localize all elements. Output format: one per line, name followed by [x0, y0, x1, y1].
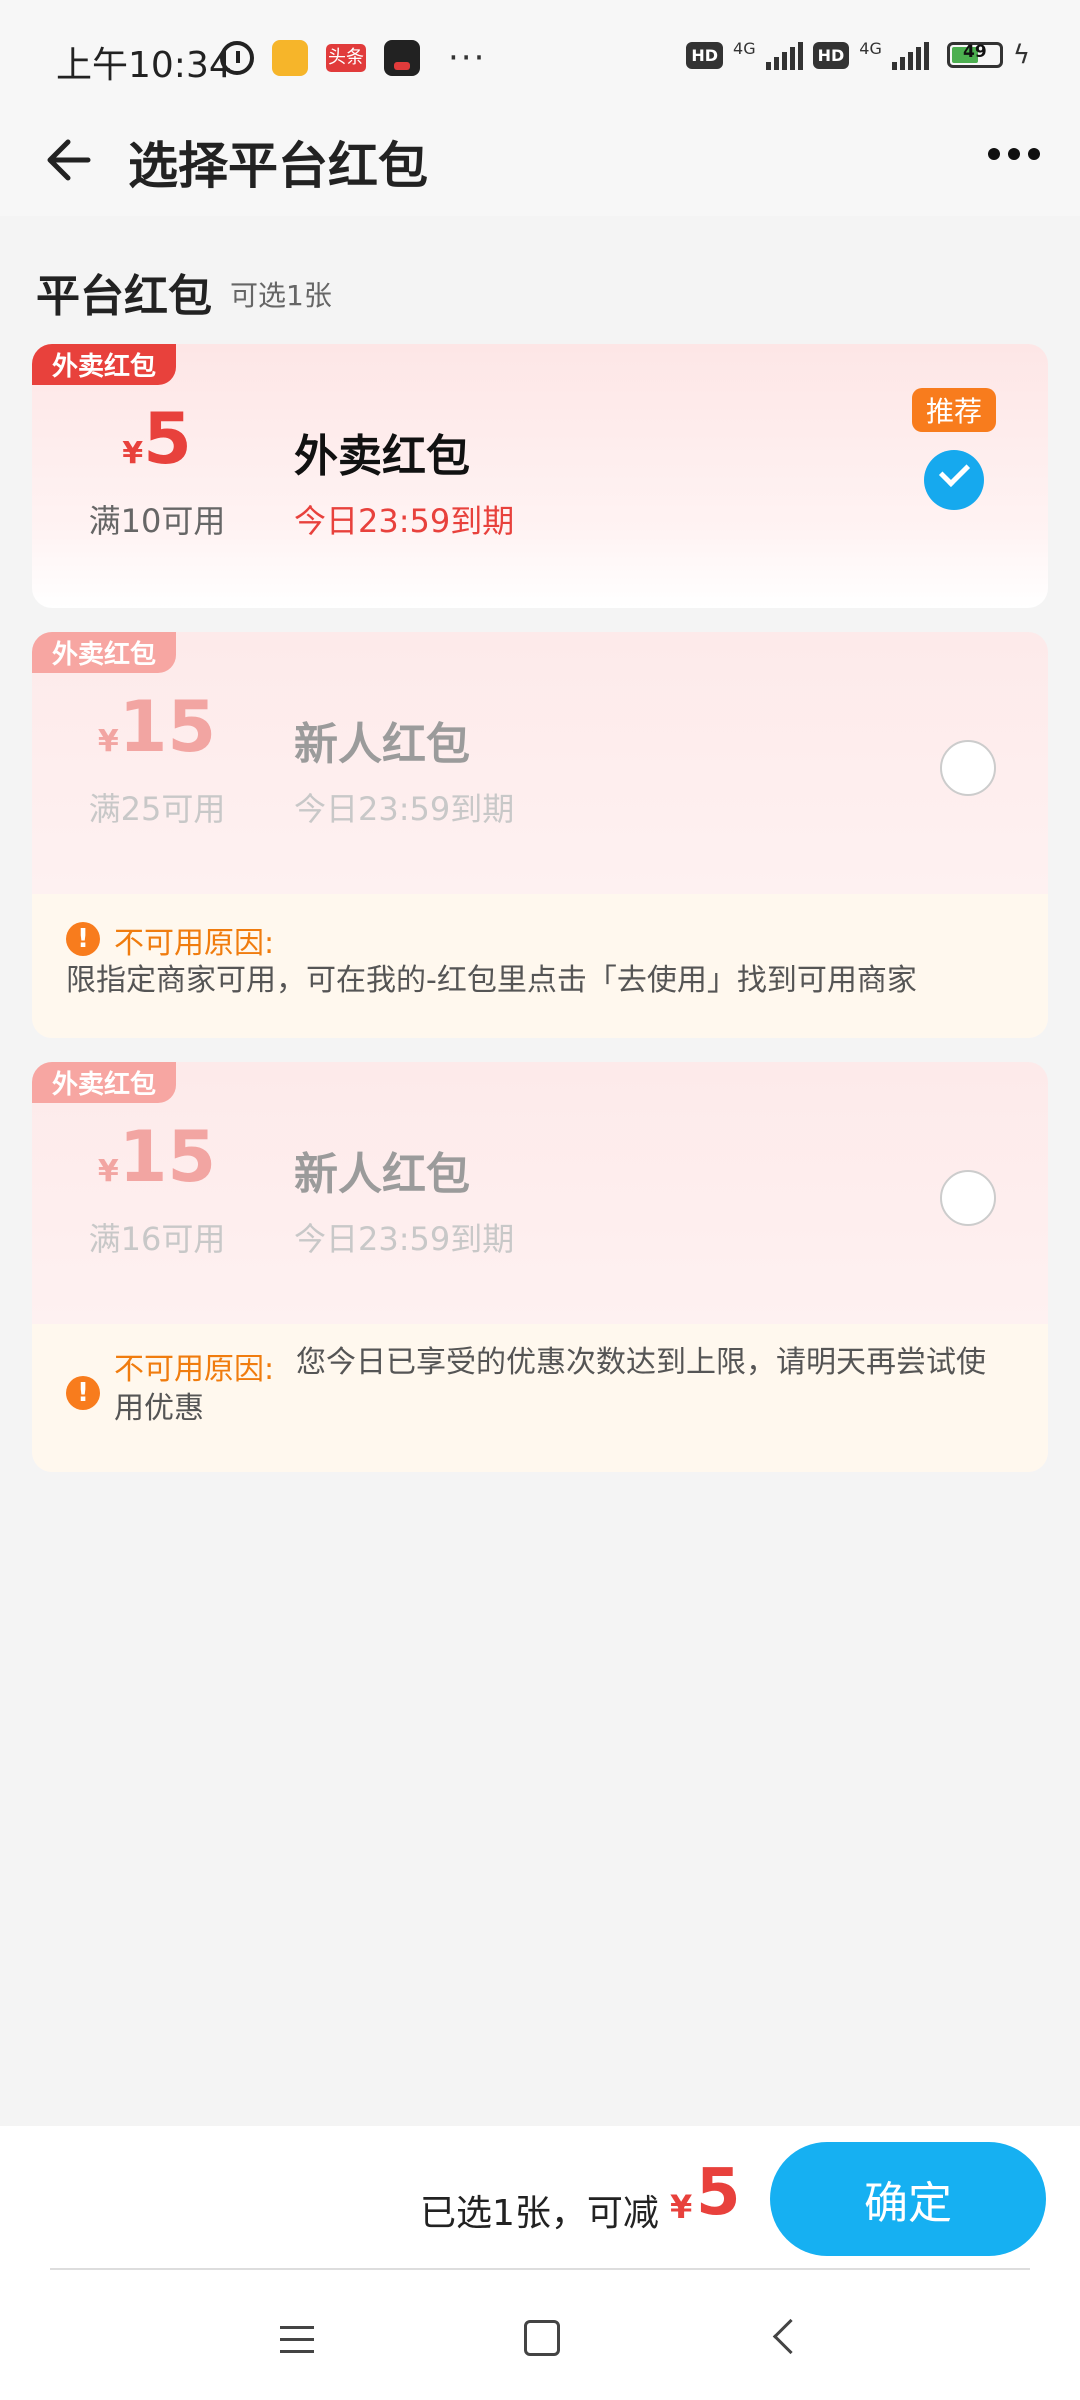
page-title: 选择平台红包 [128, 137, 428, 195]
coupon-name: 新人红包 [294, 719, 470, 770]
signal-icon [765, 40, 803, 70]
coupon-amount: ¥5 [122, 398, 192, 480]
reason-label: 不可用原因: [114, 1352, 275, 1387]
discount-currency: ¥ [670, 2188, 693, 2226]
selected-summary: 已选1张，可减 [420, 2193, 659, 2234]
alarm-icon [220, 41, 254, 75]
coupon-tag: 外卖红包 [32, 344, 177, 385]
recommend-badge: 推荐 [911, 388, 996, 432]
coupon-condition: 满25可用 [88, 790, 226, 828]
system-nav-bar [0, 2270, 1080, 2400]
coupon-amount: ¥15 [97, 1116, 217, 1198]
coupon-expire: 今日23:59到期 [294, 502, 515, 540]
coupon-amount: ¥15 [97, 686, 217, 768]
section-title: 平台红包 [36, 271, 212, 322]
back-icon[interactable] [772, 2318, 809, 2355]
coupon-name: 外卖红包 [294, 431, 470, 482]
coupon-expire: 今日23:59到期 [294, 1220, 515, 1258]
unavailable-reason: ! 不可用原因: 您今日已享受的优惠次数达到上限，请明天再尝试使 用优惠 [32, 1324, 1048, 1472]
unselected-radio[interactable] [940, 1170, 996, 1226]
hd-icon: HD [686, 41, 724, 69]
coupon-tag: 外卖红包 [32, 1062, 177, 1103]
network-type: 4G [733, 38, 756, 58]
warning-icon: ! [66, 922, 100, 956]
unselected-radio[interactable] [940, 740, 996, 796]
coupon-card[interactable]: 外卖红包 ¥15 满16可用 新人红包 今日23:59到期 ! 不可用原因: 您… [32, 1062, 1048, 1472]
more-options-icon[interactable] [988, 148, 1040, 160]
coupon-condition: 满16可用 [88, 1220, 226, 1258]
reason-text: 限指定商家可用，可在我的-红包里点击「去使用」找到可用商家 [66, 963, 917, 998]
battery-icon: 49 [946, 42, 1003, 68]
menu-icon[interactable] [280, 2326, 314, 2362]
charging-icon: ϟ [1012, 40, 1030, 70]
reason-text: 用优惠 [114, 1391, 204, 1426]
status-indicators: HD 4G HD 4G 49 ϟ [686, 38, 1030, 70]
coupon-name: 新人红包 [294, 1149, 470, 1200]
coupon-tag: 外卖红包 [32, 632, 177, 673]
reason-label: 不可用原因: [114, 926, 275, 961]
checked-icon[interactable] [924, 450, 984, 510]
warning-icon: ! [66, 1376, 100, 1410]
network-type: 4G [859, 38, 882, 58]
unavailable-reason: ! 不可用原因: 限指定商家可用，可在我的-红包里点击「去使用」找到可用商家 [32, 894, 1048, 1038]
coupon-expire: 今日23:59到期 [294, 790, 515, 828]
shop-app-icon [384, 40, 420, 76]
toutiao-app-icon: 头条 [326, 44, 366, 72]
section-hint: 可选1张 [230, 279, 332, 312]
home-icon[interactable] [524, 2320, 560, 2356]
discount-amount: 5 [696, 2156, 741, 2230]
hd-icon: HD [812, 41, 850, 69]
status-bar: 上午10:34 头条 ··· HD 4G HD 4G 49 ϟ [0, 0, 1080, 120]
coupon-card[interactable]: 外卖红包 ¥15 满25可用 新人红包 今日23:59到期 ! 不可用原因: 限… [32, 632, 1048, 1038]
nav-header: 选择平台红包 [0, 120, 1080, 216]
coupon-condition: 满10可用 [88, 502, 226, 540]
status-time: 上午10:34 [56, 45, 232, 86]
bottom-bar: 已选1张，可减 ¥ 5 确定 [0, 2126, 1080, 2276]
notes-app-icon [272, 40, 308, 76]
confirm-button[interactable]: 确定 [770, 2142, 1046, 2256]
more-notifications-icon: ··· [448, 38, 487, 78]
coupon-card[interactable]: 外卖红包 ¥5 满10可用 外卖红包 今日23:59到期 推荐 [32, 344, 1048, 608]
signal-icon [891, 40, 929, 70]
reason-text: 您今日已享受的优惠次数达到上限，请明天再尝试使 [296, 1345, 986, 1380]
status-app-icons: 头条 ··· [220, 38, 486, 78]
back-arrow-icon[interactable] [40, 130, 100, 190]
